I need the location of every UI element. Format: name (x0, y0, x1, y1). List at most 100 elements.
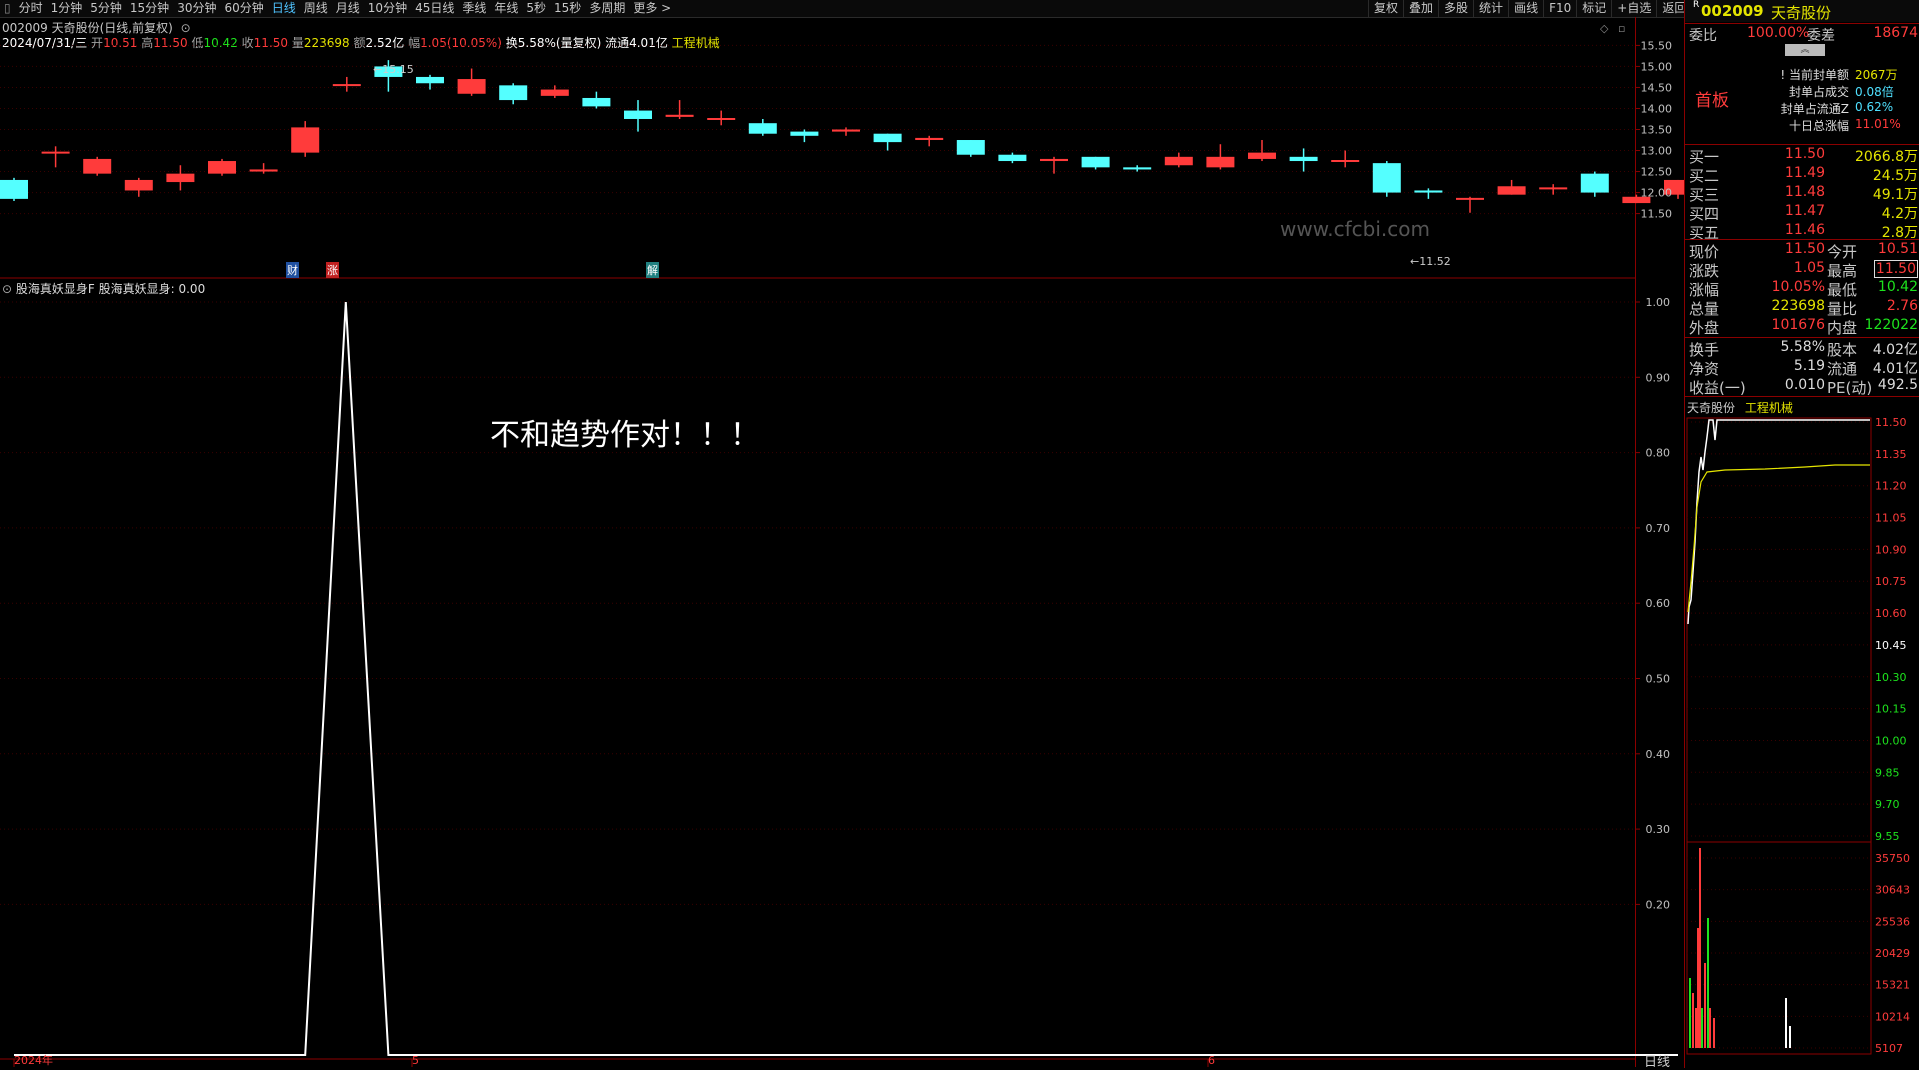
marker-cai[interactable]: 财 (286, 262, 299, 278)
quote-label-2: PE(动) (1827, 379, 1873, 397)
quote-value: 11.50 (1784, 241, 1825, 257)
buy-price: 11.46 (1784, 222, 1825, 238)
period-tab-14[interactable]: 15秒 (550, 0, 585, 17)
buy-volume: 24.5万 (1872, 168, 1918, 184)
tool-button-1[interactable]: 叠加 (1403, 0, 1438, 17)
mini-volume-bar (1785, 998, 1787, 1048)
period-tab-5[interactable]: 60分钟 (220, 0, 267, 17)
candle-up (291, 127, 320, 153)
indicator-name[interactable]: 股海真妖显身F (16, 282, 95, 296)
period-tab-8[interactable]: 月线 (332, 0, 364, 17)
period-tab-11[interactable]: 季线 (458, 0, 490, 17)
max-price-value: 15.15 (382, 63, 414, 76)
candle-down (790, 131, 819, 136)
quote-label: 总量 (1689, 300, 1720, 318)
candle-down (956, 140, 985, 155)
period-tab-7[interactable]: 周线 (300, 0, 332, 17)
candle-up (124, 179, 153, 191)
period-tab-1[interactable]: 1分钟 (47, 0, 87, 17)
weicha-value: 18674 (1873, 25, 1918, 41)
mini-volume-bar (1713, 1018, 1715, 1048)
period-tab-13[interactable]: 5秒 (522, 0, 550, 17)
candle-up (1206, 156, 1235, 168)
quote-value-2: 10.42 (1877, 279, 1918, 295)
mini-average-line (1687, 464, 1870, 613)
tool-button-0[interactable]: 复权 (1368, 0, 1403, 17)
candle-up (83, 158, 112, 174)
buy-label: 买一 (1689, 148, 1720, 166)
price-axis-label: 15.00 (1641, 60, 1673, 73)
period-tab-9[interactable]: 10分钟 (364, 0, 411, 17)
period-tab-0[interactable]: 分时 (15, 0, 47, 17)
collapse-button[interactable]: ︽ (1785, 44, 1825, 56)
quote-label-2: 股本 (1827, 341, 1858, 359)
tool-button-7[interactable]: +自选 (1611, 0, 1656, 17)
period-tab-16[interactable]: 更多 > (629, 0, 675, 17)
marker-zhang[interactable]: 涨 (326, 262, 339, 278)
mini-price-label: 10.90 (1875, 543, 1907, 556)
quote-label-2: 最高 (1827, 262, 1858, 280)
kline-chart[interactable]: 15.50 15.00 14.50 14.00 13.50 13.00 12.50 12.00… (0, 17, 1684, 1068)
marker-jie[interactable]: 解 (646, 262, 659, 278)
candle-down (1414, 190, 1443, 193)
mini-price-label: 10.45 (1875, 639, 1907, 652)
tool-button-4[interactable]: 画线 (1508, 0, 1543, 17)
mini-volume-bar (1697, 928, 1699, 1048)
period-tab-3[interactable]: 15分钟 (126, 0, 173, 17)
max-price-label: ←15.15 (373, 63, 414, 76)
first-board-label: 首板 (1695, 91, 1729, 111)
tool-button-6[interactable]: 标记 (1576, 0, 1611, 17)
candle-down (624, 110, 652, 119)
tool-button-2[interactable]: 多股 (1438, 0, 1473, 17)
mini-volume-bar (1707, 918, 1709, 1048)
candle-down (416, 76, 444, 84)
buy-volume: 49.1万 (1872, 187, 1918, 203)
x-axis-label: 2024年 (14, 1053, 53, 1067)
candle-up (457, 79, 486, 94)
bottom-period-tab[interactable]: 日线 (1644, 1051, 1670, 1070)
indicator-axis-label: 0.40 (1646, 748, 1671, 761)
intraday-chart[interactable]: 11.50 11.35 11.20 11.05 10.90 10.75 10.60 10.45… (1685, 412, 1919, 1068)
watermark: www.cfcbi.com (1280, 217, 1430, 241)
candle-up (1040, 158, 1068, 162)
quote-panel: R 002009 天奇股份 委比 100.00% 委差 18674 ︽ 首板 !… (1684, 0, 1919, 1068)
weibi-row: 委比 100.00% 委差 18674 (1685, 25, 1919, 44)
indicator-axis-label: 0.70 (1646, 522, 1671, 535)
tool-button-5[interactable]: F10 (1543, 0, 1576, 17)
buy-price: 11.48 (1784, 184, 1825, 200)
period-tab-2[interactable]: 5分钟 (86, 0, 126, 17)
candle-down (1372, 163, 1401, 193)
indicator-axis-label: 0.50 (1646, 673, 1671, 686)
mini-vol-label: 35750 (1875, 852, 1910, 865)
candle-down (0, 179, 28, 199)
indicator-icon[interactable]: ⊙ (2, 282, 12, 296)
seal-value: 2067万 (1855, 68, 1898, 82)
seal-value: 11.01% (1855, 117, 1901, 131)
quote-value: 1.05 (1793, 260, 1825, 276)
quote-label: 外盘 (1689, 319, 1720, 337)
quote-value-2: 4.01亿 (1872, 361, 1918, 377)
seal-value: 0.62% (1855, 100, 1894, 114)
mini-volume-bar (1689, 978, 1691, 1048)
menu-icon[interactable]: ▯ (0, 0, 15, 17)
buy-price: 11.47 (1784, 203, 1825, 219)
mini-volume-bar (1695, 1008, 1697, 1048)
period-tab-12[interactable]: 年线 (490, 0, 522, 17)
quote-value-2: 11.50 (1873, 260, 1918, 278)
price-axis-label: 13.50 (1641, 124, 1673, 137)
weibi-value: 100.00% (1747, 25, 1810, 41)
period-tab-6[interactable]: 日线 (268, 0, 300, 17)
period-tab-10[interactable]: 45日线 (411, 0, 458, 17)
indicator-value: 股海真妖显身: 0.00 (98, 282, 206, 296)
mini-price-label: 11.35 (1875, 448, 1907, 461)
seal-label: 十日总涨幅 (1788, 119, 1849, 133)
candle-up (540, 89, 569, 96)
quote-value-2: 492.5 (1877, 377, 1918, 393)
buy-price: 11.50 (1784, 146, 1825, 162)
tool-button-3[interactable]: 统计 (1473, 0, 1508, 17)
period-tab-4[interactable]: 30分钟 (173, 0, 220, 17)
mini-price-label: 10.00 (1875, 734, 1907, 747)
candle-up (208, 161, 236, 174)
period-tab-15[interactable]: 多周期 (585, 0, 629, 17)
quote-label-2: 最低 (1827, 281, 1858, 299)
